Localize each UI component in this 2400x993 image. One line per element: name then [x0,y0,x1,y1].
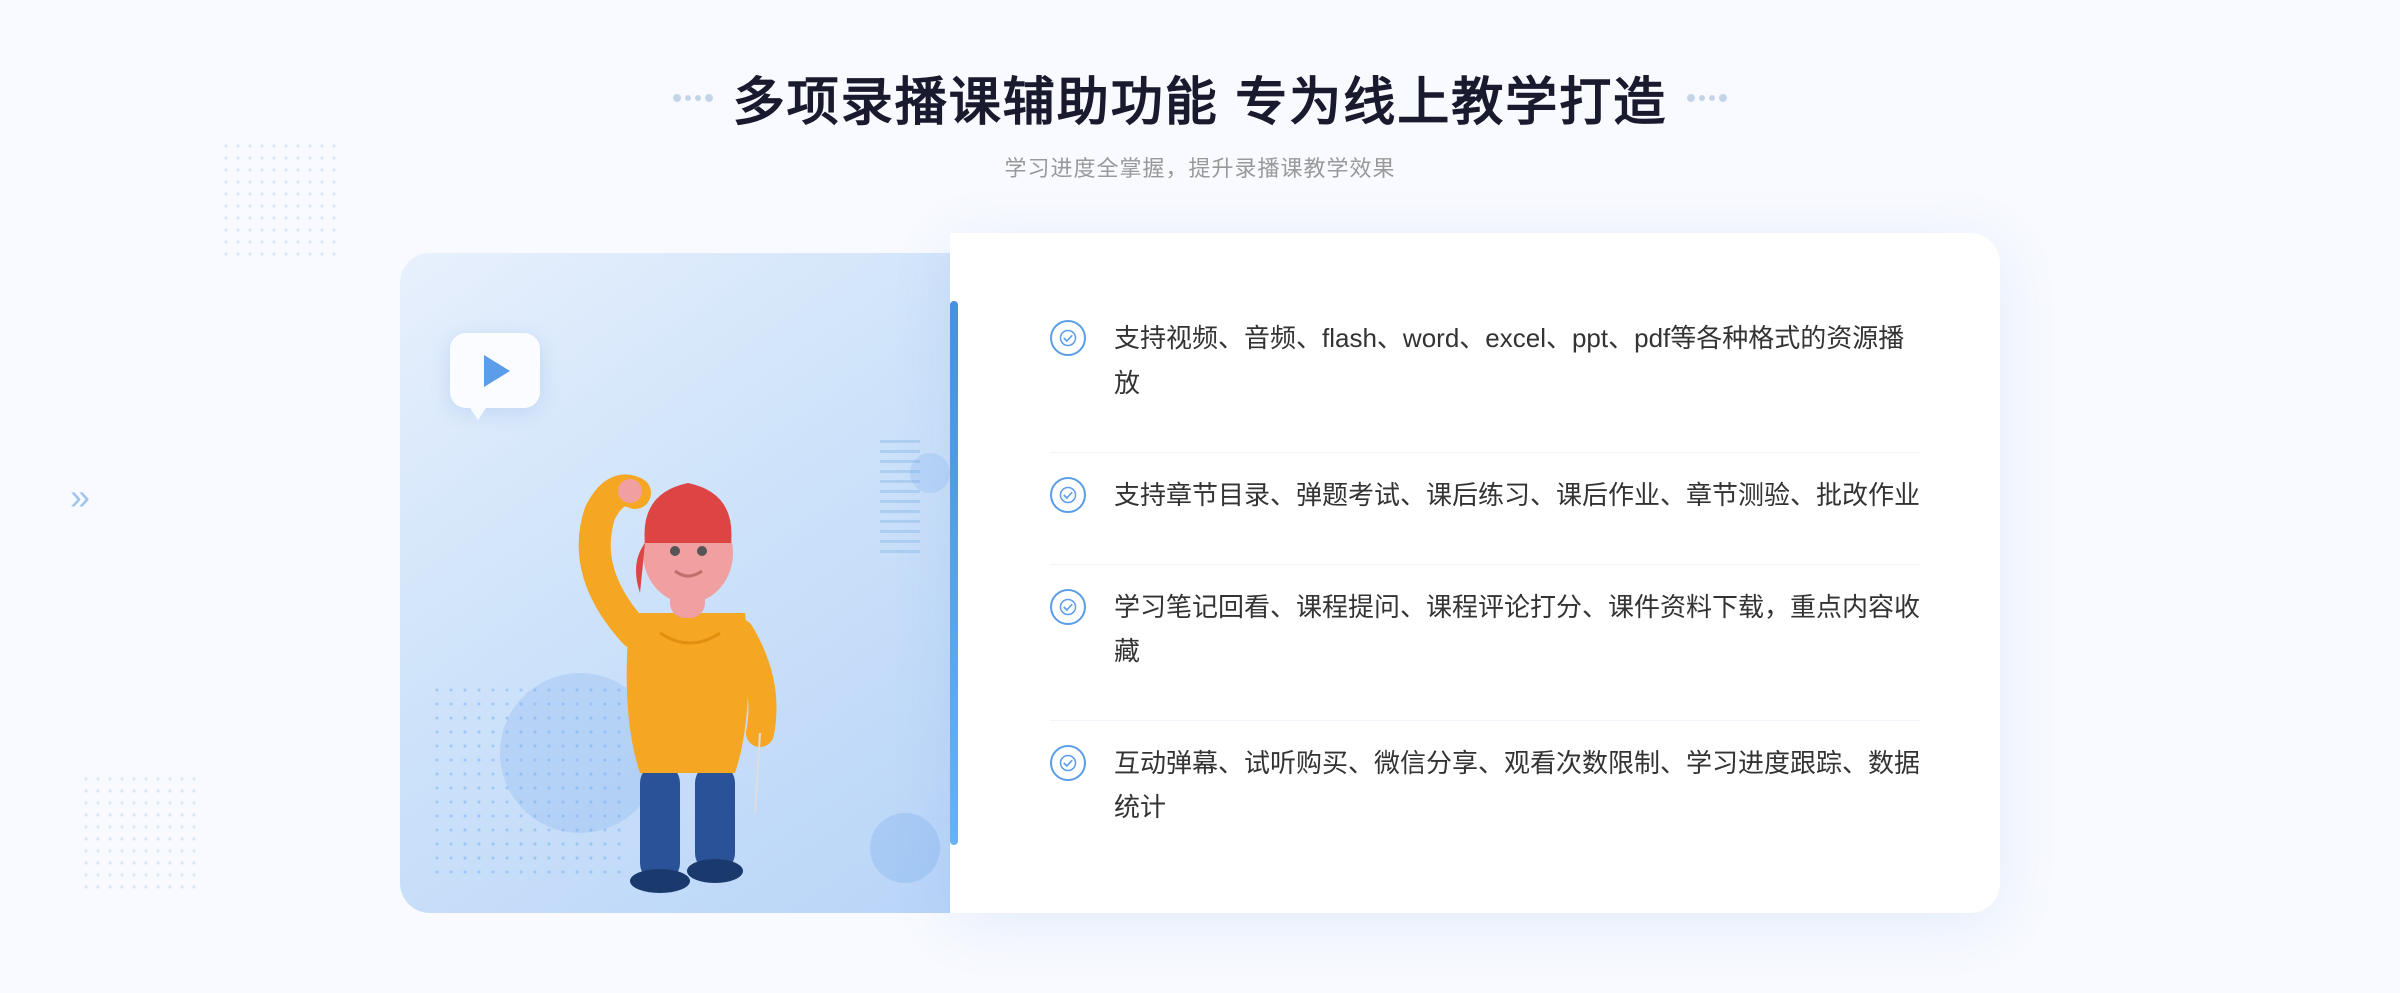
dot-grid-bottom-left [80,773,200,893]
features-panel: 支持视频、音频、flash、word、excel、ppt、pdf等各种格式的资源… [950,233,2000,913]
check-icon-1 [1050,320,1086,356]
check-icon-3 [1050,589,1086,625]
play-triangle-icon [484,355,510,387]
feature-item-2: 支持章节目录、弹题考试、课后练习、课后作业、章节测验、批改作业 [1050,452,1920,537]
feature-text-2: 支持章节目录、弹题考试、课后练习、课后作业、章节测验、批改作业 [1114,473,1920,517]
circle-deco-tiny [910,453,950,493]
feature-text-1: 支持视频、音频、flash、word、excel、ppt、pdf等各种格式的资源… [1114,316,1920,404]
speech-bubble [450,333,540,408]
feature-item-1: 支持视频、音频、flash、word、excel、ppt、pdf等各种格式的资源… [1050,296,1920,424]
illustration-panel [400,233,980,913]
title-deco-left [673,94,713,102]
header-section: 多项录播课辅助功能 专为线上教学打造 学习进度全掌握，提升录播课教学效果 [673,60,1727,183]
content-area: 支持视频、音频、flash、word、excel、ppt、pdf等各种格式的资源… [400,233,2000,913]
feature-item-3: 学习笔记回看、课程提问、课程评论打分、课件资料下载，重点内容收藏 [1050,564,1920,693]
check-icon-2 [1050,477,1086,513]
feature-text-4: 互动弹幕、试听购买、微信分享、观看次数限制、学习进度跟踪、数据统计 [1114,741,1920,829]
feature-item-4: 互动弹幕、试听购买、微信分享、观看次数限制、学习进度跟踪、数据统计 [1050,720,1920,849]
blue-bar-deco [950,301,958,845]
feature-text-3: 学习笔记回看、课程提问、课程评论打分、课件资料下载，重点内容收藏 [1114,585,1920,673]
person-figure [540,413,840,913]
title-row: 多项录播课辅助功能 专为线上教学打造 [673,60,1727,135]
main-title: 多项录播课辅助功能 专为线上教学打造 [733,60,1667,135]
title-deco-right [1687,94,1727,102]
chevron-left-deco: » [70,476,90,518]
sub-title: 学习进度全掌握，提升录播课教学效果 [673,151,1727,183]
dot-grid-top-left [220,140,340,260]
illus-background [400,253,980,913]
page-wrapper: » 多项录播课辅助功能 专为线上教学打造 学习进度全掌握，提升录播课教学效果 [0,0,2400,993]
stripe-deco [880,433,920,553]
check-icon-4 [1050,745,1086,781]
play-icon-container [450,333,540,408]
circle-deco-small [870,813,940,883]
